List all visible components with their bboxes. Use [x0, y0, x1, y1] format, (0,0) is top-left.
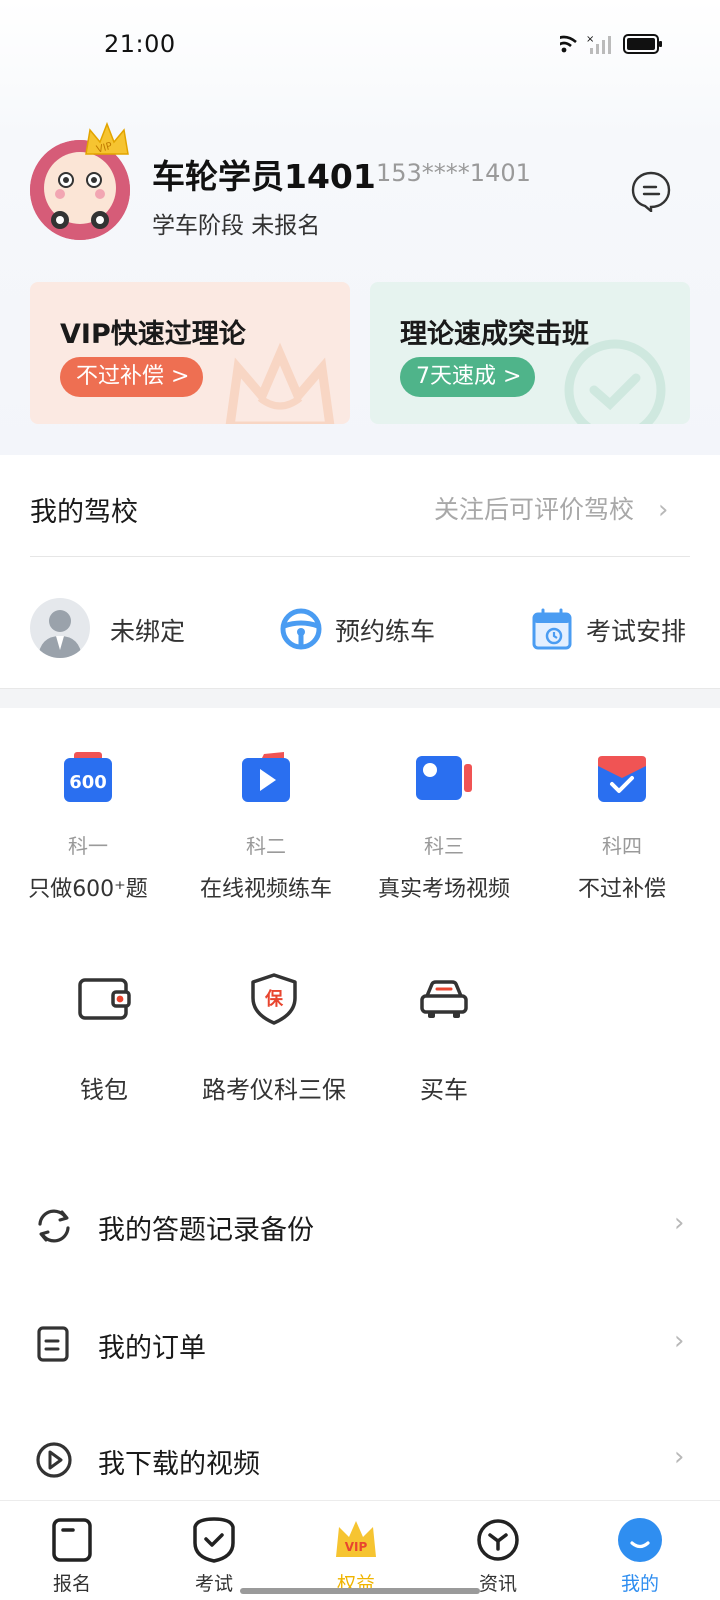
chevron-right-icon: › — [674, 1326, 685, 1356]
user-avatar[interactable]: VIP — [30, 121, 130, 240]
subject-name: 科二 — [246, 834, 286, 858]
exam-shield-icon — [191, 1517, 237, 1563]
sync-icon — [34, 1206, 74, 1246]
video-camera-icon — [414, 752, 474, 804]
subject-desc: 不过补偿 — [577, 877, 666, 902]
nav-tab-exam[interactable]: 考试 — [164, 1517, 264, 1596]
section-divider — [0, 688, 720, 708]
promo-pill-button[interactable]: 7天速成 > — [400, 357, 536, 397]
coach-bind-label[interactable]: 未绑定 — [110, 612, 185, 648]
subject-name: 科四 — [602, 834, 642, 858]
coach-avatar-icon[interactable] — [30, 598, 90, 658]
divider — [30, 556, 690, 557]
promo-title: 理论速成突击班 — [400, 319, 589, 350]
600-questions-icon: 600 — [62, 752, 114, 804]
subject-desc: 只做600⁺题 — [28, 877, 148, 902]
signal-icon: × — [586, 34, 611, 54]
play-circle-icon — [34, 1440, 74, 1480]
wifi-icon — [551, 35, 577, 53]
nav-label: 我的 — [620, 1573, 659, 1595]
list-row-downloaded-videos[interactable]: 我下载的视频 › — [0, 1420, 720, 1500]
me-icon — [617, 1517, 663, 1563]
svg-text:VIP: VIP — [345, 1540, 368, 1554]
nav-label: 报名 — [52, 1573, 91, 1595]
subject-name: 科一 — [68, 834, 108, 858]
subject-3-entry[interactable]: 科三 真实考场视频 — [356, 752, 532, 903]
wallet-icon — [77, 972, 131, 1026]
nav-tab-benefits[interactable]: VIP 权益 — [306, 1517, 406, 1596]
bottom-navigation: 报名 考试 VIP 权益 资讯 我的 — [0, 1500, 720, 1600]
tool-label: 钱包 — [80, 1076, 128, 1104]
calendar-icon[interactable] — [532, 608, 572, 650]
row-label: 我的答题记录备份 — [98, 1215, 314, 1246]
svg-text:×: × — [586, 34, 594, 45]
promo-card-vip[interactable]: VIP快速过理论 不过补偿 > — [30, 282, 350, 424]
promo-card-theory[interactable]: 理论速成突击班 7天速成 > — [370, 282, 690, 424]
nav-tab-news[interactable]: 资讯 — [448, 1517, 548, 1596]
insurance-shield-icon: 保 — [247, 972, 301, 1026]
status-time: 21:00 — [104, 30, 176, 58]
signup-icon — [49, 1517, 95, 1563]
subject-desc: 真实考场视频 — [377, 877, 510, 902]
school-follow-hint: 关注后可评价驾校 — [434, 495, 635, 524]
nav-tab-signup[interactable]: 报名 — [22, 1517, 122, 1596]
status-icons: × — [551, 30, 680, 60]
promo-title: VIP快速过理论 — [60, 319, 246, 350]
promo-pill-button[interactable]: 不过补偿 > — [60, 357, 204, 397]
buy-car-entry[interactable]: 买车 — [356, 972, 532, 1105]
battery-icon — [623, 34, 662, 54]
subject-name: 科三 — [424, 834, 464, 858]
tool-label: 路考仪科三保 — [202, 1076, 346, 1104]
school-follow-link[interactable]: 关注后可评价驾校 › — [434, 490, 668, 526]
order-icon — [34, 1324, 74, 1364]
insurance-entry[interactable]: 保 路考仪科三保 — [186, 972, 362, 1105]
steering-wheel-icon[interactable] — [280, 608, 322, 650]
video-play-icon — [240, 752, 292, 804]
learning-stage: 学车阶段 未报名 — [152, 213, 321, 239]
chevron-right-icon: › — [657, 495, 669, 525]
news-icon — [475, 1517, 521, 1563]
tool-label: 买车 — [420, 1076, 468, 1104]
wallet-entry[interactable]: 钱包 — [16, 972, 192, 1105]
home-indicator[interactable] — [240, 1588, 480, 1594]
car-icon — [417, 972, 471, 1026]
row-label: 我下载的视频 — [98, 1449, 260, 1480]
vip-crown-icon: VIP — [333, 1517, 379, 1563]
subject-1-entry[interactable]: 600 科一 只做600⁺题 — [0, 752, 176, 903]
subject-desc: 在线视频练车 — [199, 877, 332, 902]
nav-tab-me[interactable]: 我的 — [590, 1517, 690, 1596]
username: 车轮学员1401 — [152, 157, 376, 196]
book-practice-label[interactable]: 预约练车 — [335, 612, 435, 648]
chevron-right-icon: › — [674, 1208, 685, 1238]
chevron-right-icon: › — [674, 1442, 685, 1472]
message-icon — [631, 171, 671, 214]
subject-2-entry[interactable]: 科二 在线视频练车 — [178, 752, 354, 903]
list-row-answer-backup[interactable]: 我的答题记录备份 › — [0, 1186, 720, 1266]
list-row-orders[interactable]: 我的订单 › — [0, 1304, 720, 1384]
exam-schedule-label[interactable]: 考试安排 — [586, 612, 686, 648]
phone-number: 153****1401 — [376, 159, 531, 187]
row-label: 我的订单 — [98, 1333, 206, 1364]
subject-4-entry[interactable]: 科四 不过补偿 — [534, 752, 710, 903]
school-section-title: 我的驾校 — [30, 497, 138, 528]
svg-text:600: 600 — [69, 772, 107, 793]
envelope-check-icon — [596, 752, 648, 804]
message-button[interactable] — [630, 170, 672, 214]
vip-crown-icon: VIP — [85, 121, 129, 156]
svg-text:保: 保 — [264, 988, 284, 1010]
